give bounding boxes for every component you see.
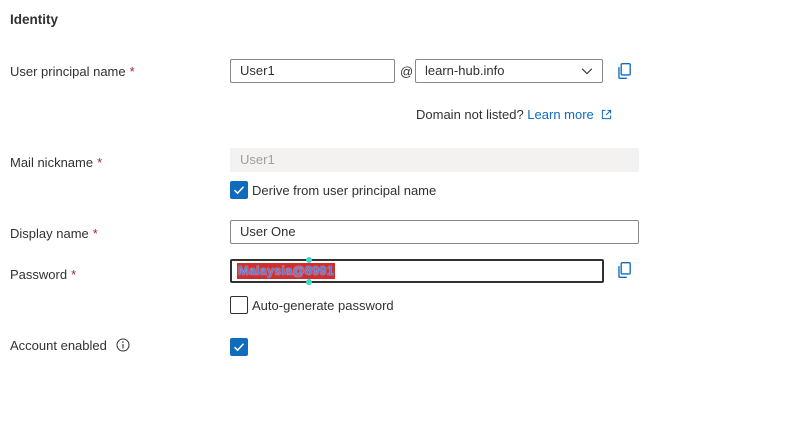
account-enabled-label: Account enabled [10, 338, 130, 354]
domain-not-listed-text: Domain not listed? [416, 107, 524, 122]
derive-label: Derive from user principal name [252, 183, 437, 198]
info-icon[interactable] [116, 338, 130, 352]
upn-label: User principal name * [10, 64, 135, 80]
required-marker: * [129, 64, 135, 79]
required-marker: * [71, 267, 77, 282]
domain-value: learn-hub.info [425, 63, 505, 78]
account-enabled-label-text: Account enabled [10, 338, 107, 353]
auto-generate-checkbox[interactable] [230, 296, 248, 314]
auto-generate-label: Auto-generate password [252, 298, 394, 313]
required-marker: * [92, 226, 98, 241]
mail-nickname-label: Mail nickname * [10, 155, 102, 171]
section-title: Identity [10, 12, 59, 27]
copy-upn-icon[interactable] [615, 62, 633, 80]
checkmark-icon [233, 343, 245, 352]
selection-handle-bottom[interactable] [306, 279, 312, 285]
account-enabled-checkbox[interactable] [230, 338, 248, 356]
chevron-down-icon [581, 68, 593, 75]
display-name-label-text: Display name [10, 226, 89, 241]
derive-checkbox[interactable] [230, 181, 248, 199]
domain-not-listed-row: Domain not listed? Learn more [416, 107, 612, 122]
upn-label-text: User principal name [10, 64, 126, 79]
external-link-icon [602, 109, 612, 120]
mail-nickname-label-text: Mail nickname [10, 155, 94, 170]
domain-dropdown[interactable]: learn-hub.info [415, 59, 603, 83]
upn-username-input[interactable]: User1 [230, 59, 395, 83]
at-sign: @ [400, 64, 414, 79]
password-value: Malaysia@8991 [237, 263, 335, 279]
learn-more-link[interactable]: Learn more [527, 107, 612, 122]
copy-password-icon[interactable] [615, 261, 633, 279]
required-marker: * [97, 155, 103, 170]
display-name-input[interactable]: User One [230, 220, 639, 244]
password-label-text: Password [10, 267, 68, 282]
selection-handle-top[interactable] [306, 257, 312, 263]
learn-more-label: Learn more [527, 107, 594, 122]
display-name-label: Display name * [10, 226, 98, 242]
checkmark-icon [233, 186, 245, 195]
mail-nickname-input: User1 [230, 148, 639, 172]
password-input[interactable]: Malaysia@8991 [230, 257, 604, 285]
password-label: Password * [10, 267, 76, 283]
